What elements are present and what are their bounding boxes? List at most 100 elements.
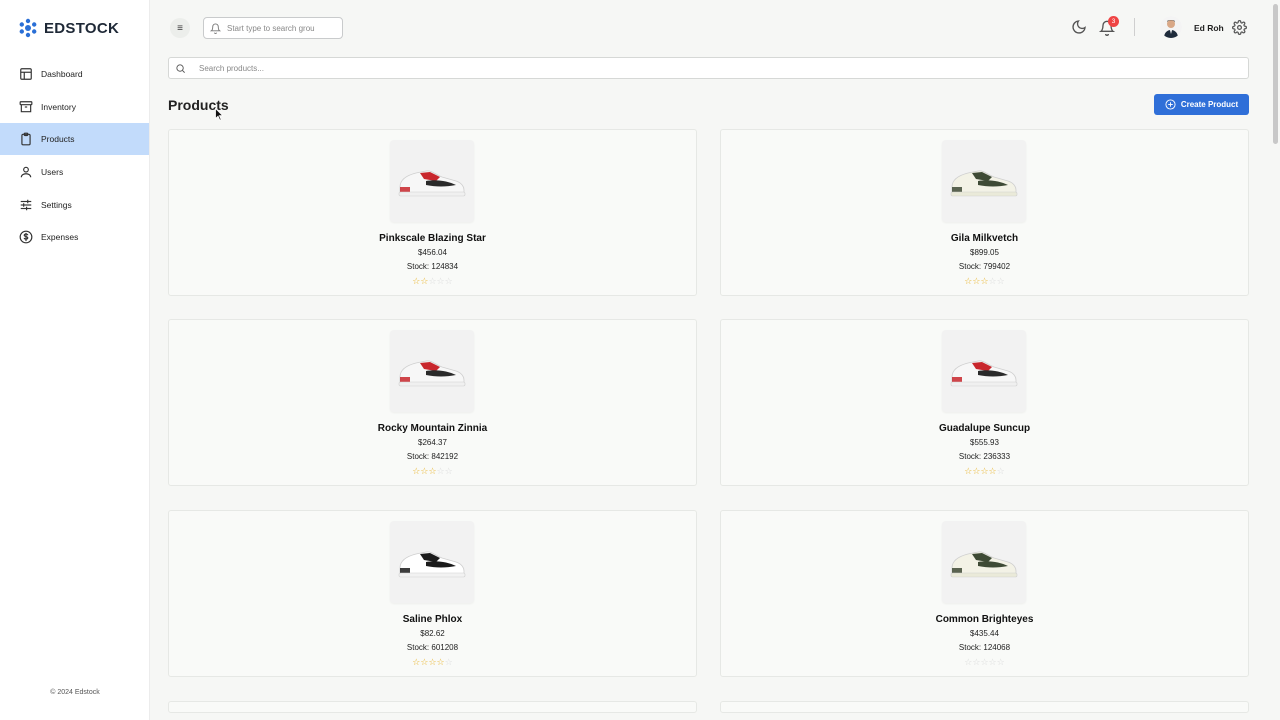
star-icon: ☆ [428, 466, 437, 476]
product-name: Pinkscale Blazing Star [379, 233, 486, 244]
avatar-image [1160, 16, 1182, 38]
sneaker-icon [950, 551, 1018, 578]
product-stock: Stock: 124068 [958, 643, 1011, 652]
product-price: $899.05 [970, 248, 999, 257]
product-card[interactable]: Guadalupe Suncup $555.93 Stock: 236333 ☆… [720, 319, 1249, 486]
plus-circle-icon [1165, 99, 1176, 110]
star-icon: ☆ [988, 276, 997, 286]
star-icon: ☆ [980, 466, 989, 476]
sidebar-item-products[interactable]: Products [0, 123, 149, 156]
product-rating: ☆☆☆☆☆ [721, 276, 1248, 287]
menu-toggle-button[interactable]: ≡ [170, 18, 190, 38]
product-stock: Stock: 236333 [958, 452, 1011, 461]
sneaker-icon [398, 360, 466, 387]
sidebar-item-label: Users [41, 167, 64, 178]
product-name: Rocky Mountain Zinnia [377, 423, 488, 434]
star-icon: ☆ [444, 466, 453, 476]
star-icon: ☆ [996, 276, 1005, 286]
scrollbar[interactable] [1273, 4, 1278, 144]
sidebar-item-label: Inventory [41, 101, 76, 112]
product-image [942, 330, 1026, 412]
product-card[interactable]: Pinkscale Blazing Star $456.04 Stock: 12… [168, 129, 697, 296]
product-image [390, 330, 474, 412]
star-icon: ☆ [980, 657, 989, 667]
product-price: $264.37 [418, 438, 447, 447]
user-name: Ed Roh [1194, 23, 1224, 33]
bell-icon [210, 23, 221, 34]
product-card[interactable]: Gila Milkvetch $899.05 Stock: 799402 ☆☆☆… [720, 129, 1249, 296]
clipboard-icon [19, 132, 33, 146]
product-price: $82.62 [420, 629, 445, 638]
product-stock: Stock: 799402 [958, 262, 1011, 271]
star-icon: ☆ [988, 657, 997, 667]
sidebar-item-dashboard[interactable]: Dashboard [0, 58, 149, 90]
user-icon [19, 165, 33, 179]
product-name: Guadalupe Suncup [938, 423, 1031, 434]
product-rating: ☆☆☆☆☆ [169, 657, 696, 668]
product-card-partial[interactable] [720, 701, 1249, 713]
layout-icon [19, 67, 33, 81]
sidebar-nav: Dashboard Inventory Products Users Setti… [0, 58, 149, 253]
search-icon [176, 63, 185, 73]
sneaker-icon [398, 551, 466, 578]
product-stock: Stock: 124834 [406, 262, 459, 271]
sidebar-item-label: Expenses [41, 232, 79, 243]
product-price: $435.44 [970, 629, 999, 638]
topbar: ≡ 3 Ed Roh [150, 0, 1280, 56]
mouse-cursor-icon [215, 108, 224, 121]
sidebar-item-label: Products [41, 134, 75, 145]
sneaker-icon [950, 170, 1018, 197]
notification-badge: 3 [1108, 16, 1119, 27]
sidebar-item-inventory[interactable]: Inventory [0, 91, 149, 123]
create-product-button[interactable]: Create Product [1154, 94, 1249, 115]
gear-icon[interactable] [1232, 20, 1247, 35]
product-image [390, 521, 474, 603]
dollar-circle-icon [19, 230, 33, 244]
star-icon: ☆ [996, 466, 1005, 476]
star-icon: ☆ [436, 466, 445, 476]
copyright: © 2024 Edstock [50, 689, 100, 696]
product-name: Common Brighteyes [935, 614, 1034, 625]
product-image [942, 140, 1026, 222]
sidebar-item-users[interactable]: Users [0, 156, 149, 188]
sneaker-icon [950, 360, 1018, 387]
star-icon: ☆ [988, 466, 997, 476]
moon-icon[interactable] [1071, 19, 1087, 35]
topbar-divider [1134, 18, 1135, 36]
star-icon: ☆ [428, 276, 437, 286]
brand-name: EDSTOCK [44, 19, 120, 37]
product-card[interactable]: Saline Phlox $82.62 Stock: 601208 ☆☆☆☆☆ [168, 510, 697, 677]
product-card-partial[interactable] [168, 701, 697, 713]
hamburger-icon: ≡ [177, 22, 183, 34]
product-name: Saline Phlox [402, 614, 463, 625]
product-price: $555.93 [970, 438, 999, 447]
product-stock: Stock: 842192 [406, 452, 459, 461]
product-card[interactable]: Common Brighteyes $435.44 Stock: 124068 … [720, 510, 1249, 677]
product-image [390, 140, 474, 222]
product-search-box[interactable] [168, 57, 1249, 79]
product-card[interactable]: Rocky Mountain Zinnia $264.37 Stock: 842… [168, 319, 697, 486]
star-icon: ☆ [436, 276, 445, 286]
product-search-input[interactable] [199, 63, 1099, 73]
product-name: Gila Milkvetch [950, 233, 1019, 244]
product-rating: ☆☆☆☆☆ [721, 466, 1248, 477]
sneaker-icon [398, 170, 466, 197]
product-rating: ☆☆☆☆☆ [169, 466, 696, 477]
sidebar-item-label: Dashboard [41, 69, 83, 79]
star-icon: ☆ [444, 657, 453, 667]
product-rating: ☆☆☆☆☆ [721, 657, 1248, 668]
sidebar-item-settings[interactable]: Settings [0, 189, 149, 221]
star-icon: ☆ [428, 657, 437, 667]
sidebar-item-expenses[interactable]: Expenses [0, 221, 149, 253]
avatar[interactable] [1160, 16, 1182, 38]
star-icon: ☆ [996, 657, 1005, 667]
top-search-box[interactable] [203, 17, 343, 39]
brand[interactable]: EDSTOCK [0, 0, 149, 56]
product-price: $456.04 [418, 248, 447, 257]
sliders-icon [19, 198, 33, 212]
star-icon: ☆ [444, 276, 453, 286]
star-icon: ☆ [436, 657, 445, 667]
sidebar: EDSTOCK Dashboard Inventory Products Use… [0, 0, 150, 720]
product-image [942, 521, 1026, 603]
top-search-input[interactable] [227, 23, 327, 33]
